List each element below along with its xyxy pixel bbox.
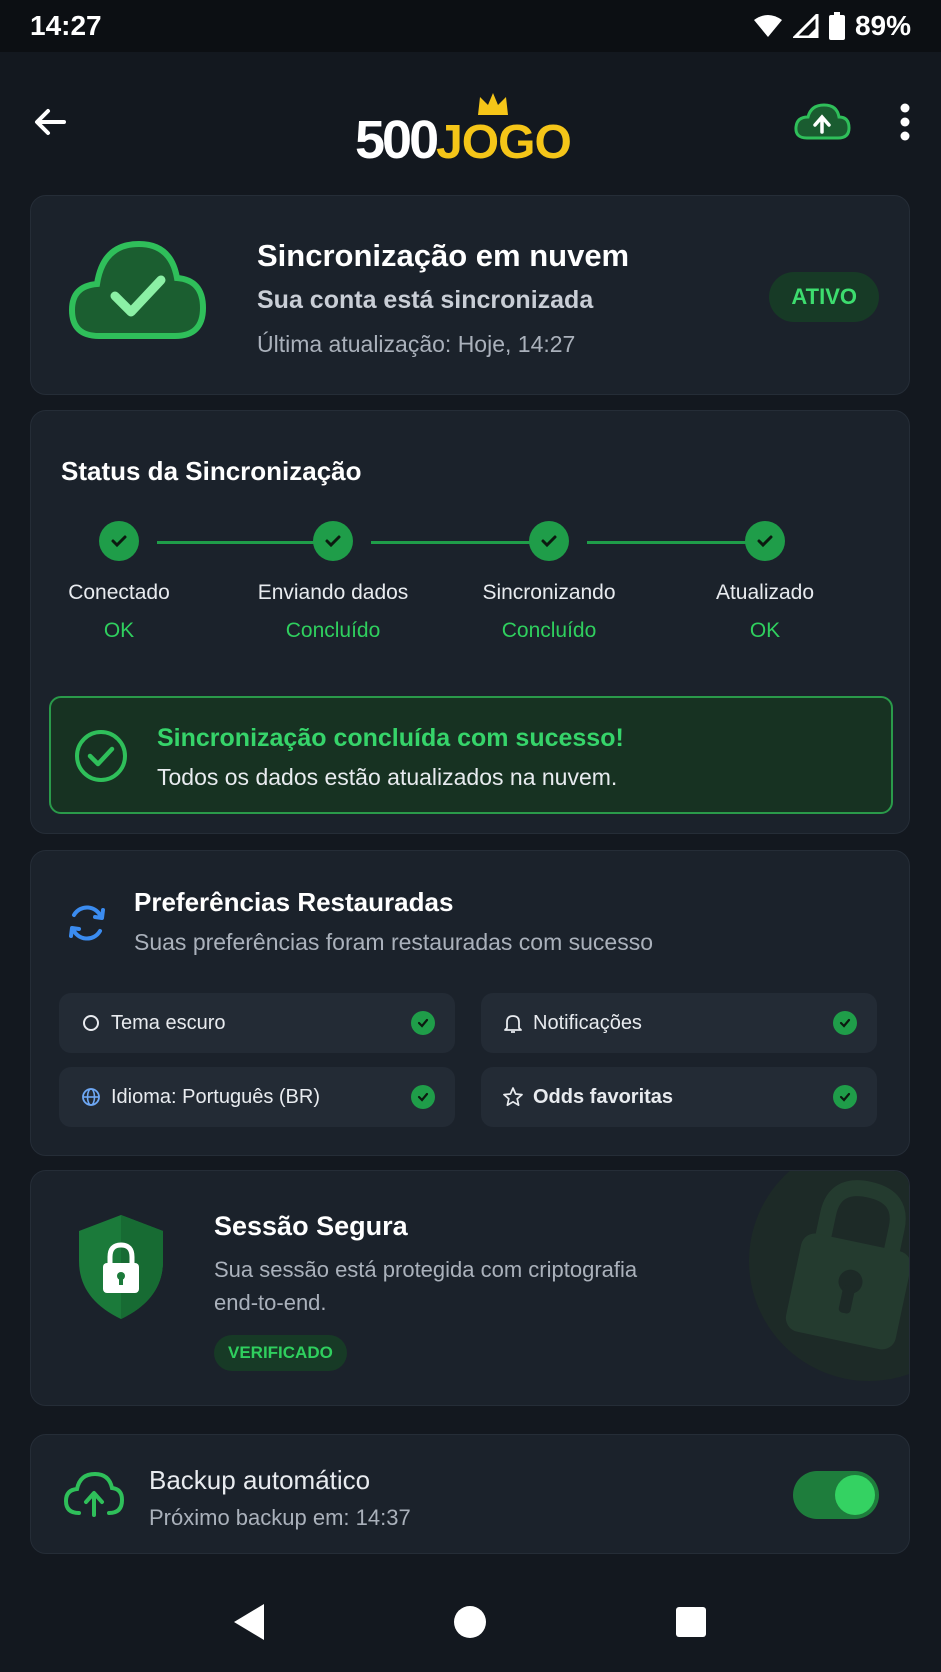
battery-icon [828,12,845,40]
bell-icon [501,1011,525,1035]
sync-step-connected: Conectado OK [19,521,219,643]
more-menu-icon[interactable] [899,102,911,142]
backup-toggle[interactable] [793,1471,879,1519]
sync-step-updated: Atualizado OK [665,521,865,643]
signal-icon [792,14,819,38]
success-check-icon [75,730,127,782]
nav-back-button[interactable] [220,1592,280,1652]
cloud-sync-card: Sincronização em nuvem Sua conta está si… [30,195,910,395]
status-bar: 14:27 89% [0,0,941,52]
next-backup-text: Próximo backup em: 14:37 [149,1505,411,1530]
auto-backup-card: Backup automático Próximo backup em: 14:… [30,1434,910,1554]
pref-label: Odds favoritas [533,1085,674,1108]
nav-recents-button[interactable] [661,1592,721,1652]
verified-badge: VERIFICADO [214,1335,347,1371]
nav-home-icon [454,1606,487,1638]
back-arrow-icon[interactable] [30,102,70,142]
status-badge: ATIVO [769,272,879,322]
cloud-check-icon [68,240,207,339]
secure-session-title: Sessão Segura [214,1211,408,1241]
pref-label: Idioma: Português (BR) [111,1085,320,1108]
pref-theme-dark[interactable]: Tema escuro [59,993,455,1053]
sync-success-banner: Sincronização concluída com sucesso! Tod… [49,696,893,814]
secure-session-text: Sua sessão está protegida com criptograf… [214,1257,638,1315]
star-icon [501,1085,525,1109]
secure-session-card: Sessão Segura Sua sessão está protegida … [30,1170,910,1406]
status-time: 14:27 [30,10,102,41]
step-check-icon [529,521,569,561]
step-label: Conectado [68,581,170,604]
refresh-icon [69,905,105,941]
preferences-subtitle: Suas preferências foram restauradas com … [134,929,654,955]
preferences-card: Preferências Restauradas Suas preferênci… [30,850,910,1156]
logo-jogo: JOGO [436,93,572,169]
pref-check-icon [411,1085,435,1109]
shield-lock-icon [79,1215,163,1319]
app-bar-actions [793,102,911,142]
step-status: OK [103,619,135,642]
pref-check-icon [833,1085,857,1109]
logo-jogo-text: JOGO [436,116,572,169]
toggle-knob [835,1475,875,1515]
logo-500: 500 [355,110,439,170]
battery-level: 89% [854,10,911,41]
nav-recents-icon [675,1607,706,1637]
system-nav-bar [0,1572,941,1672]
backup-title: Backup automático [149,1465,371,1495]
cloud-sync-title: Sincronização em nuvem [257,238,630,273]
step-label: Enviando dados [257,581,409,604]
sync-steps: Conectado OK Enviando dados Concluído Si… [31,521,911,651]
app-bar: 500 JOGO [0,52,941,192]
pref-check-icon [411,1011,435,1035]
step-check-icon [745,521,785,561]
globe-icon [79,1085,103,1109]
sync-status-title: Status da Sincronização [61,456,362,486]
theme-icon [79,1011,103,1035]
sync-status-card: Status da Sincronização Conectado OK Env… [30,410,910,834]
wifi-icon [753,15,782,37]
step-status: OK [749,619,781,642]
cloud-sync-subtitle: Sua conta está sincronizada [257,286,594,314]
padlock-background-icon [749,1171,909,1381]
pref-language[interactable]: Idioma: Português (BR) [59,1067,455,1127]
status-icons: 89% [753,10,911,42]
step-check-icon [99,521,139,561]
pref-label: Notificações [533,1011,642,1034]
sync-step-sending: Enviando dados Concluído [233,521,433,643]
cloud-upload-icon[interactable] [793,102,851,142]
success-text: Todos os dados estão atualizados na nuve… [157,764,618,790]
step-label: Atualizado [715,581,815,604]
crown-icon [478,93,509,115]
step-status: Concluído [501,619,597,642]
step-label: Sincronizando [482,581,616,604]
pref-check-icon [833,1011,857,1035]
last-update-text: Última atualização: Hoje, 14:27 [257,331,576,357]
nav-back-icon [234,1604,265,1640]
sync-step-syncing: Sincronizando Concluído [449,521,649,643]
success-title: Sincronização concluída com sucesso! [157,724,624,752]
cloud-backup-icon [63,1471,125,1517]
nav-home-button[interactable] [440,1592,500,1652]
pref-label: Tema escuro [111,1011,226,1034]
preferences-title: Preferências Restauradas [134,887,454,917]
pref-favorite-odds[interactable]: Odds favoritas [481,1067,877,1127]
app-logo: 500 JOGO [355,87,572,170]
step-check-icon [313,521,353,561]
pref-notifications[interactable]: Notificações [481,993,877,1053]
step-status: Concluído [285,619,381,642]
